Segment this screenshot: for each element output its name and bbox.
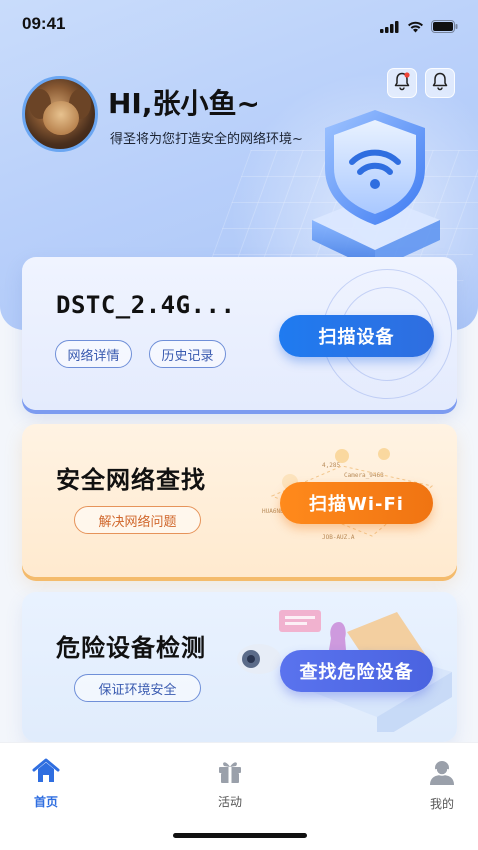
network-name: DSTC_2.4G... bbox=[56, 291, 236, 319]
danger-device-card: 危险设备检测 保证环境安全 查找危险设备 bbox=[22, 592, 457, 742]
wifi-search-card: 4,285 Camera_9468 HUA6NE JOB-AUZ.A 安全网络查… bbox=[22, 424, 457, 577]
danger-device-title: 危险设备检测 bbox=[56, 634, 206, 662]
scan-devices-button[interactable]: 扫描设备 bbox=[279, 315, 434, 357]
network-card: DSTC_2.4G... 网络详情 历史记录 扫描设备 bbox=[22, 257, 457, 410]
gift-icon bbox=[216, 757, 244, 789]
bell-icon bbox=[430, 71, 450, 95]
history-pill[interactable]: 历史记录 bbox=[149, 340, 226, 368]
solve-network-pill[interactable]: 解决网络问题 bbox=[74, 506, 201, 534]
tab-home[interactable]: 首页 bbox=[6, 757, 86, 810]
shield-wifi-illustration bbox=[300, 100, 450, 270]
status-bar: 09:41 bbox=[0, 0, 478, 48]
status-time: 09:41 bbox=[22, 14, 66, 33]
notification-button[interactable] bbox=[387, 68, 417, 98]
tab-mine-label: 我的 bbox=[429, 797, 454, 811]
wifi-search-title: 安全网络查找 bbox=[56, 466, 206, 494]
tab-activity[interactable]: 活动 bbox=[190, 757, 270, 810]
greeting-title: HI,张小鱼~ bbox=[108, 87, 260, 120]
signal-icon bbox=[380, 18, 400, 37]
avatar[interactable] bbox=[22, 76, 98, 152]
alert-button[interactable] bbox=[425, 68, 455, 98]
tab-mine[interactable]: 我的 bbox=[402, 757, 478, 812]
bell-icon-with-badge bbox=[392, 71, 412, 95]
ensure-safety-pill[interactable]: 保证环境安全 bbox=[74, 674, 201, 702]
home-indicator bbox=[173, 833, 307, 838]
scan-wifi-button[interactable]: 扫描Wi-Fi bbox=[280, 482, 433, 524]
user-icon bbox=[427, 757, 457, 791]
wifi-icon bbox=[407, 18, 424, 37]
home-icon bbox=[31, 757, 61, 789]
battery-icon bbox=[431, 18, 458, 37]
greeting-subtitle: 得圣将为您打造安全的网络环境~ bbox=[110, 132, 303, 147]
find-danger-devices-button[interactable]: 查找危险设备 bbox=[280, 650, 433, 692]
tab-activity-label: 活动 bbox=[217, 795, 242, 809]
tab-home-label: 首页 bbox=[33, 795, 58, 809]
network-details-pill[interactable]: 网络详情 bbox=[55, 340, 132, 368]
